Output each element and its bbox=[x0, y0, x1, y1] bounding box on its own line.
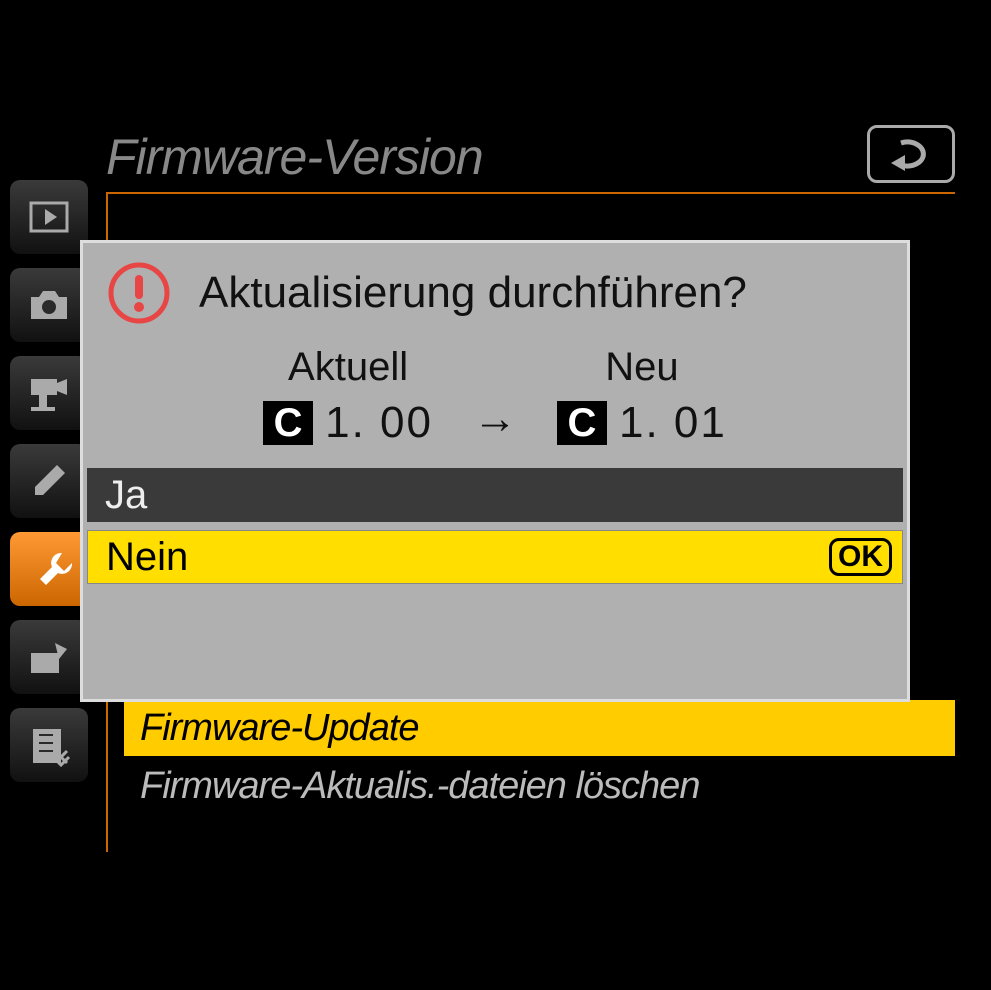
tab-pencil[interactable] bbox=[10, 444, 88, 518]
dialog-title: Aktualisierung durchführen? bbox=[199, 268, 747, 318]
arrow-icon: → bbox=[473, 394, 517, 444]
menu-item-delete-firmware-files[interactable]: Firmware-Aktualis.-dateien löschen bbox=[124, 758, 955, 814]
current-version-value: 1. 00 bbox=[325, 398, 433, 448]
wrench-icon bbox=[34, 547, 78, 591]
option-yes[interactable]: Ja bbox=[87, 468, 903, 522]
warning-icon bbox=[107, 261, 171, 325]
camera-icon bbox=[27, 283, 71, 327]
new-label: Neu bbox=[605, 345, 678, 390]
option-yes-label: Ja bbox=[105, 473, 147, 518]
confirm-update-dialog: Aktualisierung durchführen? Aktuell C 1.… bbox=[80, 240, 910, 702]
retouch-icon bbox=[27, 635, 71, 679]
tab-playback[interactable] bbox=[10, 180, 88, 254]
back-button[interactable] bbox=[867, 125, 955, 183]
mymenu-icon bbox=[27, 723, 71, 767]
new-version-block: Neu C 1. 01 bbox=[557, 345, 727, 448]
current-version-block: Aktuell C 1. 00 bbox=[263, 345, 433, 448]
firmware-type-badge: C bbox=[263, 401, 313, 445]
tab-retouch[interactable] bbox=[10, 620, 88, 694]
firmware-type-badge: C bbox=[557, 401, 607, 445]
dialog-header: Aktualisierung durchführen? bbox=[83, 243, 907, 335]
pencil-icon bbox=[27, 459, 71, 503]
version-comparison: Aktuell C 1. 00 → Neu C 1. 01 bbox=[83, 335, 907, 468]
video-icon bbox=[27, 371, 71, 415]
current-label: Aktuell bbox=[288, 345, 408, 390]
option-no-label: Nein bbox=[106, 535, 188, 580]
tab-video[interactable] bbox=[10, 356, 88, 430]
option-no[interactable]: Nein OK bbox=[87, 530, 903, 584]
ok-badge: OK bbox=[829, 538, 892, 576]
title-divider bbox=[106, 192, 955, 194]
back-arrow-icon bbox=[887, 135, 935, 173]
new-version-value: 1. 01 bbox=[619, 398, 727, 448]
menu-item-firmware-update[interactable]: Firmware-Update bbox=[124, 700, 955, 756]
tab-photo[interactable] bbox=[10, 268, 88, 342]
playback-icon bbox=[27, 195, 71, 239]
tab-mymenu[interactable] bbox=[10, 708, 88, 782]
camera-menu-screen: Firmware-Version bbox=[0, 0, 991, 990]
page-title: Firmware-Version bbox=[106, 128, 483, 186]
